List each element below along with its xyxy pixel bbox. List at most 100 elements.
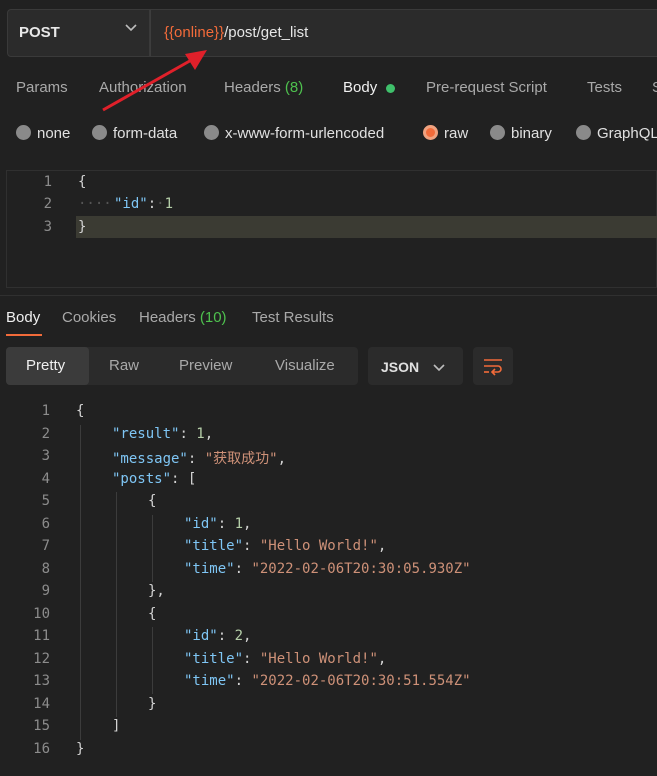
tab-headers[interactable]: Headers (8) [224, 79, 303, 96]
response-tab-cookies[interactable]: Cookies [62, 309, 116, 326]
method-label: POST [19, 24, 60, 41]
code-line: } [148, 696, 157, 712]
json-value: 1 [196, 426, 205, 442]
json-value: 2 [234, 628, 244, 644]
line-number: 5 [41, 493, 50, 509]
line-number: 10 [33, 606, 50, 622]
active-tab-underline [6, 334, 42, 336]
line-number: 9 [41, 583, 50, 599]
chevron-down-icon[interactable] [124, 20, 138, 34]
radio-graphql-label[interactable]: GraphQL [597, 125, 657, 142]
view-visualize[interactable]: Visualize [275, 357, 335, 374]
radio-none[interactable] [16, 125, 31, 140]
json-key: "posts" [112, 471, 172, 487]
radio-graphql[interactable] [576, 125, 591, 140]
tab-pre-request-script[interactable]: Pre-request Script [426, 79, 547, 96]
json-key: "id" [184, 628, 218, 644]
code-line: "time": "2022-02-06T20:30:51.554Z" [184, 673, 471, 689]
json-key: "id" [114, 196, 148, 212]
tab-headers-label: Headers [224, 79, 281, 96]
code-line: "title": "Hello World!", [184, 538, 387, 554]
json-key: "time" [184, 673, 235, 689]
radio-raw-label[interactable]: raw [444, 125, 468, 142]
code-line: "id": 2, [184, 628, 252, 644]
json-key: "time" [184, 561, 235, 577]
json-value: 1 [164, 196, 174, 212]
response-tab-body[interactable]: Body [6, 309, 40, 326]
line-number: 3 [41, 448, 50, 464]
radio-form-data[interactable] [92, 125, 107, 140]
line-number: 2 [41, 426, 50, 442]
response-tab-headers-label: Headers [139, 309, 196, 326]
tab-settings-truncated[interactable]: S [652, 79, 657, 96]
line-number: 1 [41, 403, 50, 419]
radio-binary[interactable] [490, 125, 505, 140]
pane-divider[interactable] [0, 295, 657, 296]
line-number: 16 [33, 741, 50, 757]
view-pretty[interactable]: Pretty [26, 357, 65, 374]
radio-urlencoded-label[interactable]: x-www-form-urlencoded [225, 125, 384, 142]
code-line: ] [112, 718, 121, 734]
line-number: 2 [43, 196, 52, 212]
line-number: 4 [41, 471, 50, 487]
radio-urlencoded[interactable] [204, 125, 219, 140]
open-brace: { [78, 174, 87, 190]
url-path: /post/get_list [224, 24, 309, 41]
code-line: { [148, 493, 157, 509]
tab-params[interactable]: Params [16, 79, 68, 96]
radio-form-data-label[interactable]: form-data [113, 125, 177, 142]
url-text: {{online}}/post/get_list [164, 24, 308, 41]
radio-raw[interactable] [423, 125, 438, 140]
json-value: "2022-02-06T20:30:51.554Z" [251, 673, 471, 689]
indent-guide [80, 425, 81, 740]
indent-guide [116, 492, 117, 717]
line-number: 6 [41, 516, 50, 532]
line-number: 7 [41, 538, 50, 554]
tab-headers-count: (8) [284, 79, 304, 96]
wrap-lines-icon [484, 359, 502, 376]
line-number: 8 [41, 561, 50, 577]
indent-guide [152, 515, 153, 582]
view-preview[interactable]: Preview [179, 357, 232, 374]
line-number: 3 [43, 219, 52, 235]
code-line: "title": "Hello World!", [184, 651, 387, 667]
body-modified-dot [386, 84, 395, 93]
code-line: }, [148, 583, 165, 599]
code-line: } [76, 741, 85, 757]
json-key: "title" [184, 538, 244, 554]
code-line: "result": 1, [112, 426, 214, 442]
code-line: "posts": [ [112, 471, 197, 487]
radio-none-label[interactable]: none [37, 125, 70, 142]
chevron-down-icon[interactable] [432, 360, 446, 374]
json-key: "id" [184, 516, 218, 532]
code-line: { [76, 403, 85, 419]
json-value: "Hello World!" [259, 651, 378, 667]
response-tab-headers[interactable]: Headers (10) [139, 309, 227, 326]
radio-binary-label[interactable]: binary [511, 125, 552, 142]
json-value: 1 [234, 516, 244, 532]
tab-tests[interactable]: Tests [587, 79, 622, 96]
url-variable: {{online}} [164, 24, 225, 41]
indent-guide [152, 627, 153, 694]
line-number: 13 [33, 673, 50, 689]
json-key: "title" [184, 651, 244, 667]
json-colon: : [147, 196, 157, 212]
format-label: JSON [381, 359, 420, 375]
line-number: 12 [33, 651, 50, 667]
current-line-highlight [76, 216, 657, 238]
view-raw[interactable]: Raw [109, 357, 139, 374]
whitespace-dots: ···· [78, 196, 112, 212]
code-line: "message": "获取成功", [112, 451, 287, 467]
json-value: "Hello World!" [259, 538, 378, 554]
line-number: 14 [33, 696, 50, 712]
json-value: "获取成功" [204, 451, 278, 467]
line-number: 15 [33, 718, 50, 734]
code-line: "time": "2022-02-06T20:30:05.930Z" [184, 561, 471, 577]
tab-body[interactable]: Body [343, 79, 377, 96]
response-tab-test-results[interactable]: Test Results [252, 309, 334, 326]
annotation-arrow-icon [102, 50, 207, 112]
json-key: "result" [112, 426, 180, 442]
response-tab-headers-count: (10) [199, 309, 227, 326]
line-number: 11 [33, 628, 50, 644]
line-number: 1 [43, 174, 52, 190]
